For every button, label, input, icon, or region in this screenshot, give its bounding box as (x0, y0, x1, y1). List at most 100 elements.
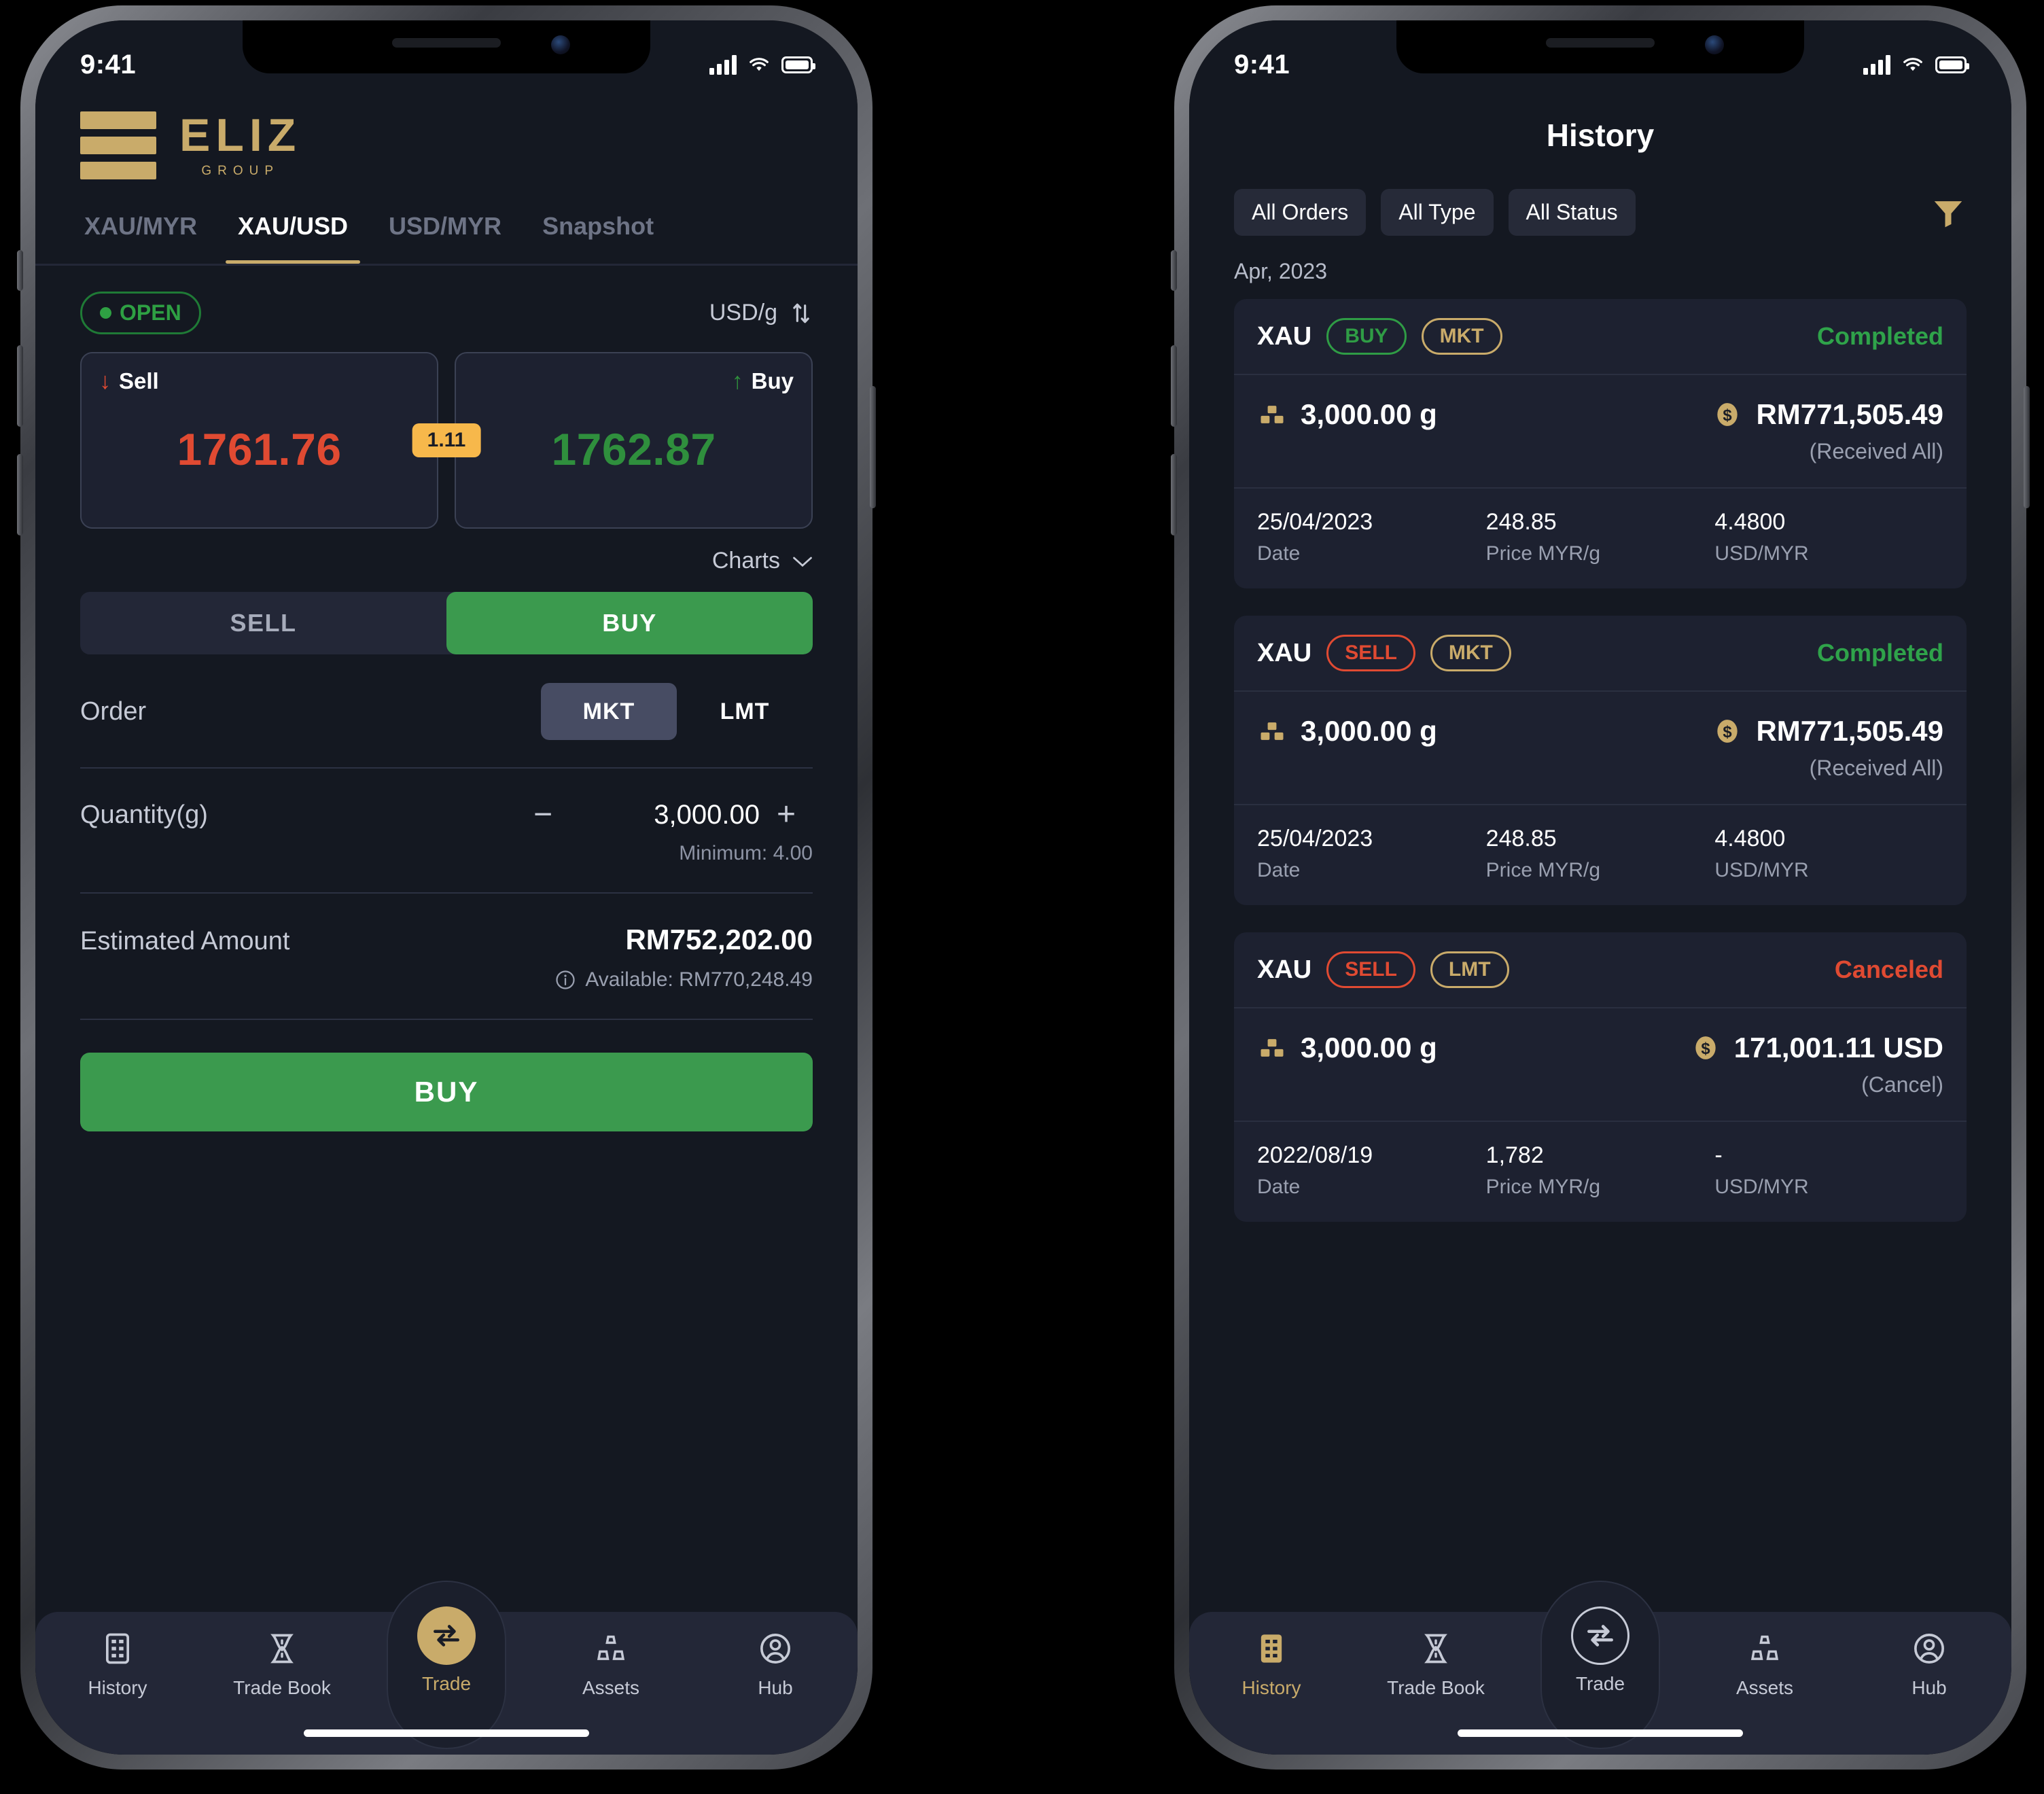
quantity-value[interactable]: 3,000.00 (569, 800, 760, 830)
tab-usd-myr[interactable]: USD/MYR (368, 189, 522, 264)
order-quantity: 3,000.00 g (1301, 1032, 1437, 1063)
nav-item-history[interactable]: History (35, 1630, 200, 1699)
table-row[interactable]: XAU SELL MKT Completed 3,000.00 g $ RM77… (1234, 616, 1967, 905)
nav-item-hub[interactable]: Hub (1847, 1630, 2011, 1699)
nav-item-hub[interactable]: Hub (693, 1630, 858, 1699)
table-row[interactable]: XAU BUY MKT Completed 3,000.00 g $ RM771… (1234, 299, 1967, 588)
nav-label-trade-book: Trade Book (1387, 1677, 1485, 1698)
nav-label-trade-book: Trade Book (233, 1677, 331, 1698)
sell-side-button[interactable]: SELL (80, 592, 446, 654)
order-amount: 171,001.11 USD (1733, 1032, 1943, 1063)
nav-item-trade[interactable]: Trade (1518, 1581, 1682, 1749)
filter-all-orders[interactable]: All Orders (1234, 189, 1367, 236)
order-symbol: XAU (1257, 638, 1312, 667)
power-button-right[interactable] (2024, 386, 2030, 508)
order-side-pill: SELL (1326, 951, 1415, 988)
buy-quote-card[interactable]: ↑ Buy 1762.87 (455, 352, 813, 529)
quantity-decrement-button[interactable]: − (516, 798, 569, 831)
order-amount: RM771,505.49 (1756, 715, 1943, 747)
mute-switch[interactable] (17, 250, 23, 291)
tab-xau-usd[interactable]: XAU/USD (217, 189, 368, 264)
status-time-right: 9:41 (1234, 49, 1290, 80)
phone-left: 9:41 ELIZ GROUP XAU/MYR XAU/USD USD/MYR … (17, 5, 876, 1770)
history-list-icon (99, 1630, 137, 1668)
order-type-mkt[interactable]: MKT (541, 683, 677, 740)
cellular-bars-icon-right (1863, 54, 1890, 75)
submit-buy-button[interactable]: BUY (80, 1053, 813, 1131)
side-toggle: SELL BUY (80, 592, 813, 654)
volume-down-button-right[interactable] (1171, 454, 1177, 535)
order-price-value: 248.85 (1485, 826, 1557, 851)
sell-label: Sell (119, 368, 159, 393)
charts-toggle[interactable]: Charts (80, 548, 813, 574)
cellular-bars-icon (709, 54, 737, 75)
notch (243, 20, 650, 73)
order-note: (Received All) (1809, 439, 1943, 463)
order-date-value: 25/04/2023 (1257, 826, 1373, 851)
volume-up-button-right[interactable] (1171, 345, 1177, 427)
volume-down-button[interactable] (17, 454, 23, 535)
history-list-icon (1252, 1630, 1290, 1668)
nav-label-trade: Trade (1575, 1673, 1625, 1694)
quote-header: OPEN USD/g (80, 292, 813, 334)
table-row[interactable]: XAU SELL LMT Canceled 3,000.00 g $ 171,0… (1234, 932, 1967, 1222)
order-note: (Cancel) (1861, 1072, 1943, 1097)
power-button[interactable] (870, 386, 876, 508)
earpiece-speaker-right (1546, 38, 1655, 48)
buy-side-button[interactable]: BUY (446, 592, 813, 654)
mute-switch-right[interactable] (1171, 250, 1177, 291)
page-title: History (1546, 118, 1655, 153)
quantity-increment-button[interactable]: + (760, 798, 813, 831)
nav-item-trade-book[interactable]: Trade Book (200, 1630, 364, 1699)
nav-item-trade[interactable]: Trade (364, 1581, 529, 1749)
minimum-note: Minimum: 4.00 (679, 842, 813, 864)
nav-item-assets[interactable]: Assets (1682, 1630, 1847, 1699)
nav-item-history[interactable]: History (1189, 1630, 1354, 1699)
order-list: XAU BUY MKT Completed 3,000.00 g $ RM771… (1189, 284, 2011, 1222)
market-status-badge: OPEN (80, 292, 201, 334)
nav-label-assets: Assets (582, 1677, 640, 1698)
order-type-toggle: MKT LMT (541, 683, 813, 740)
front-camera (551, 35, 570, 54)
sell-price: 1761.76 (177, 424, 342, 474)
order-date-value: 2022/08/19 (1257, 1142, 1373, 1168)
nav-item-trade-book[interactable]: Trade Book (1354, 1630, 1518, 1699)
quantity-stepper: − 3,000.00 + (516, 798, 813, 831)
divider-2 (80, 892, 813, 894)
funnel-icon[interactable] (1930, 194, 1967, 231)
order-amount: RM771,505.49 (1756, 398, 1943, 430)
order-type-lmt[interactable]: LMT (677, 683, 813, 740)
nav-item-assets[interactable]: Assets (529, 1630, 693, 1699)
divider-1 (80, 767, 813, 769)
order-quantity: 3,000.00 g (1301, 398, 1437, 430)
nav-label-history: History (88, 1677, 147, 1698)
sell-quote-card[interactable]: ↓ Sell 1761.76 (80, 352, 438, 529)
wifi-icon-right (1903, 58, 1922, 71)
trade-screen: 9:41 ELIZ GROUP XAU/MYR XAU/USD USD/MYR … (35, 20, 858, 1755)
filter-all-status[interactable]: All Status (1508, 189, 1636, 236)
order-type-row: Order MKT LMT (80, 683, 813, 740)
tab-xau-myr[interactable]: XAU/MYR (64, 189, 217, 264)
info-icon (556, 970, 575, 989)
eliz-logo-icon (80, 111, 162, 179)
swap-arrows-icon (1571, 1606, 1629, 1665)
status-badge: Completed (1816, 322, 1943, 350)
brand-name: ELIZ (179, 109, 302, 161)
notch-right (1396, 20, 1804, 73)
filter-bar: All Orders All Type All Status (1189, 154, 2011, 236)
front-camera-right (1705, 35, 1724, 54)
market-status-label: OPEN (120, 300, 181, 325)
nav-label-history: History (1241, 1677, 1301, 1698)
tab-snapshot[interactable]: Snapshot (522, 189, 674, 264)
unit-switcher[interactable]: USD/g (709, 300, 813, 327)
brand-header: ELIZ GROUP (35, 94, 858, 189)
battery-icon-right (1935, 56, 1969, 73)
svg-text:$: $ (1723, 723, 1732, 741)
filter-all-type[interactable]: All Type (1381, 189, 1494, 236)
pair-tabs: XAU/MYR XAU/USD USD/MYR Snapshot (35, 189, 858, 264)
screenshot-stage: 9:41 ELIZ GROUP XAU/MYR XAU/USD USD/MYR … (0, 0, 2044, 1794)
order-label: Order (80, 697, 147, 726)
order-date-label: Date (1257, 1176, 1301, 1198)
charts-label: Charts (711, 548, 780, 574)
volume-up-button[interactable] (17, 345, 23, 427)
